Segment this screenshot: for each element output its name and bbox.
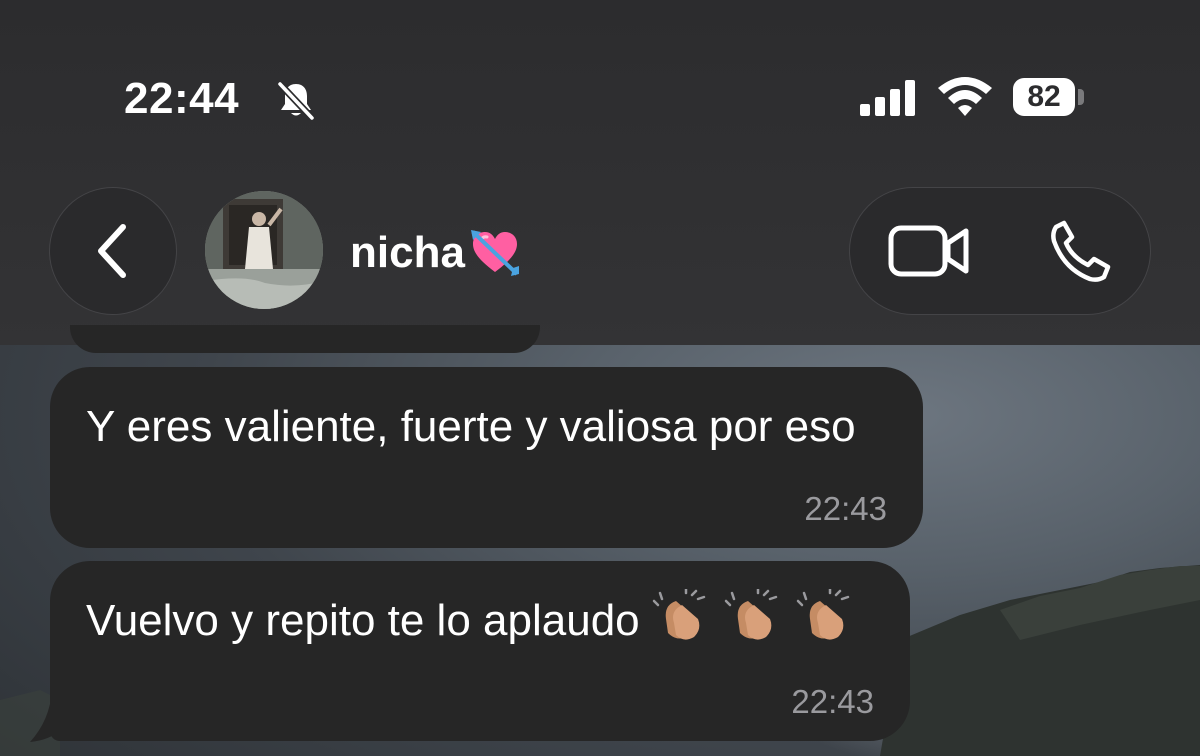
chat-screen: 22:44 82 nicha Y eres valiente, fuerte y… xyxy=(0,0,1200,756)
clapping-hands-icon xyxy=(724,589,778,640)
contact-name-text: nicha xyxy=(350,228,465,277)
battery-tip xyxy=(1078,89,1084,105)
back-button[interactable] xyxy=(49,187,177,315)
avatar-photo xyxy=(205,191,323,309)
message-text: Y eres valiente, fuerte y valiosa por es… xyxy=(86,402,856,451)
chat-header: 22:44 82 nicha xyxy=(0,0,1200,345)
video-camera-icon xyxy=(888,225,969,277)
chevron-left-icon xyxy=(98,224,126,278)
message-bubble[interactable]: Vuelvo y repito te lo aplaudo 22:43 xyxy=(50,561,910,741)
cellular-signal-icon xyxy=(860,80,915,116)
message-text: Vuelvo y repito te lo aplaudo xyxy=(86,589,876,653)
message-bubble[interactable]: Y eres valiente, fuerte y valiosa por es… xyxy=(50,367,923,548)
clapping-hands-icon xyxy=(652,589,706,640)
wifi-icon xyxy=(938,77,992,116)
battery-level: 82 xyxy=(1027,80,1061,113)
clapping-emoji xyxy=(652,589,856,645)
message-text-content: Vuelvo y repito te lo aplaudo xyxy=(86,596,640,645)
message-timestamp: 22:43 xyxy=(791,683,874,720)
voice-call-button[interactable] xyxy=(1040,214,1120,288)
clapping-hands-icon xyxy=(797,589,850,640)
status-time: 22:44 xyxy=(124,74,240,123)
contact-name[interactable]: nicha xyxy=(350,228,521,278)
video-call-button[interactable] xyxy=(884,218,974,284)
contact-avatar[interactable] xyxy=(205,191,323,309)
battery-icon: 82 xyxy=(1013,78,1075,116)
message-timestamp: 22:43 xyxy=(804,490,887,527)
previous-message-bubble xyxy=(70,325,540,353)
bell-slash-icon xyxy=(277,81,315,121)
phone-icon xyxy=(1051,220,1111,282)
heart-with-arrow-icon xyxy=(470,230,519,276)
